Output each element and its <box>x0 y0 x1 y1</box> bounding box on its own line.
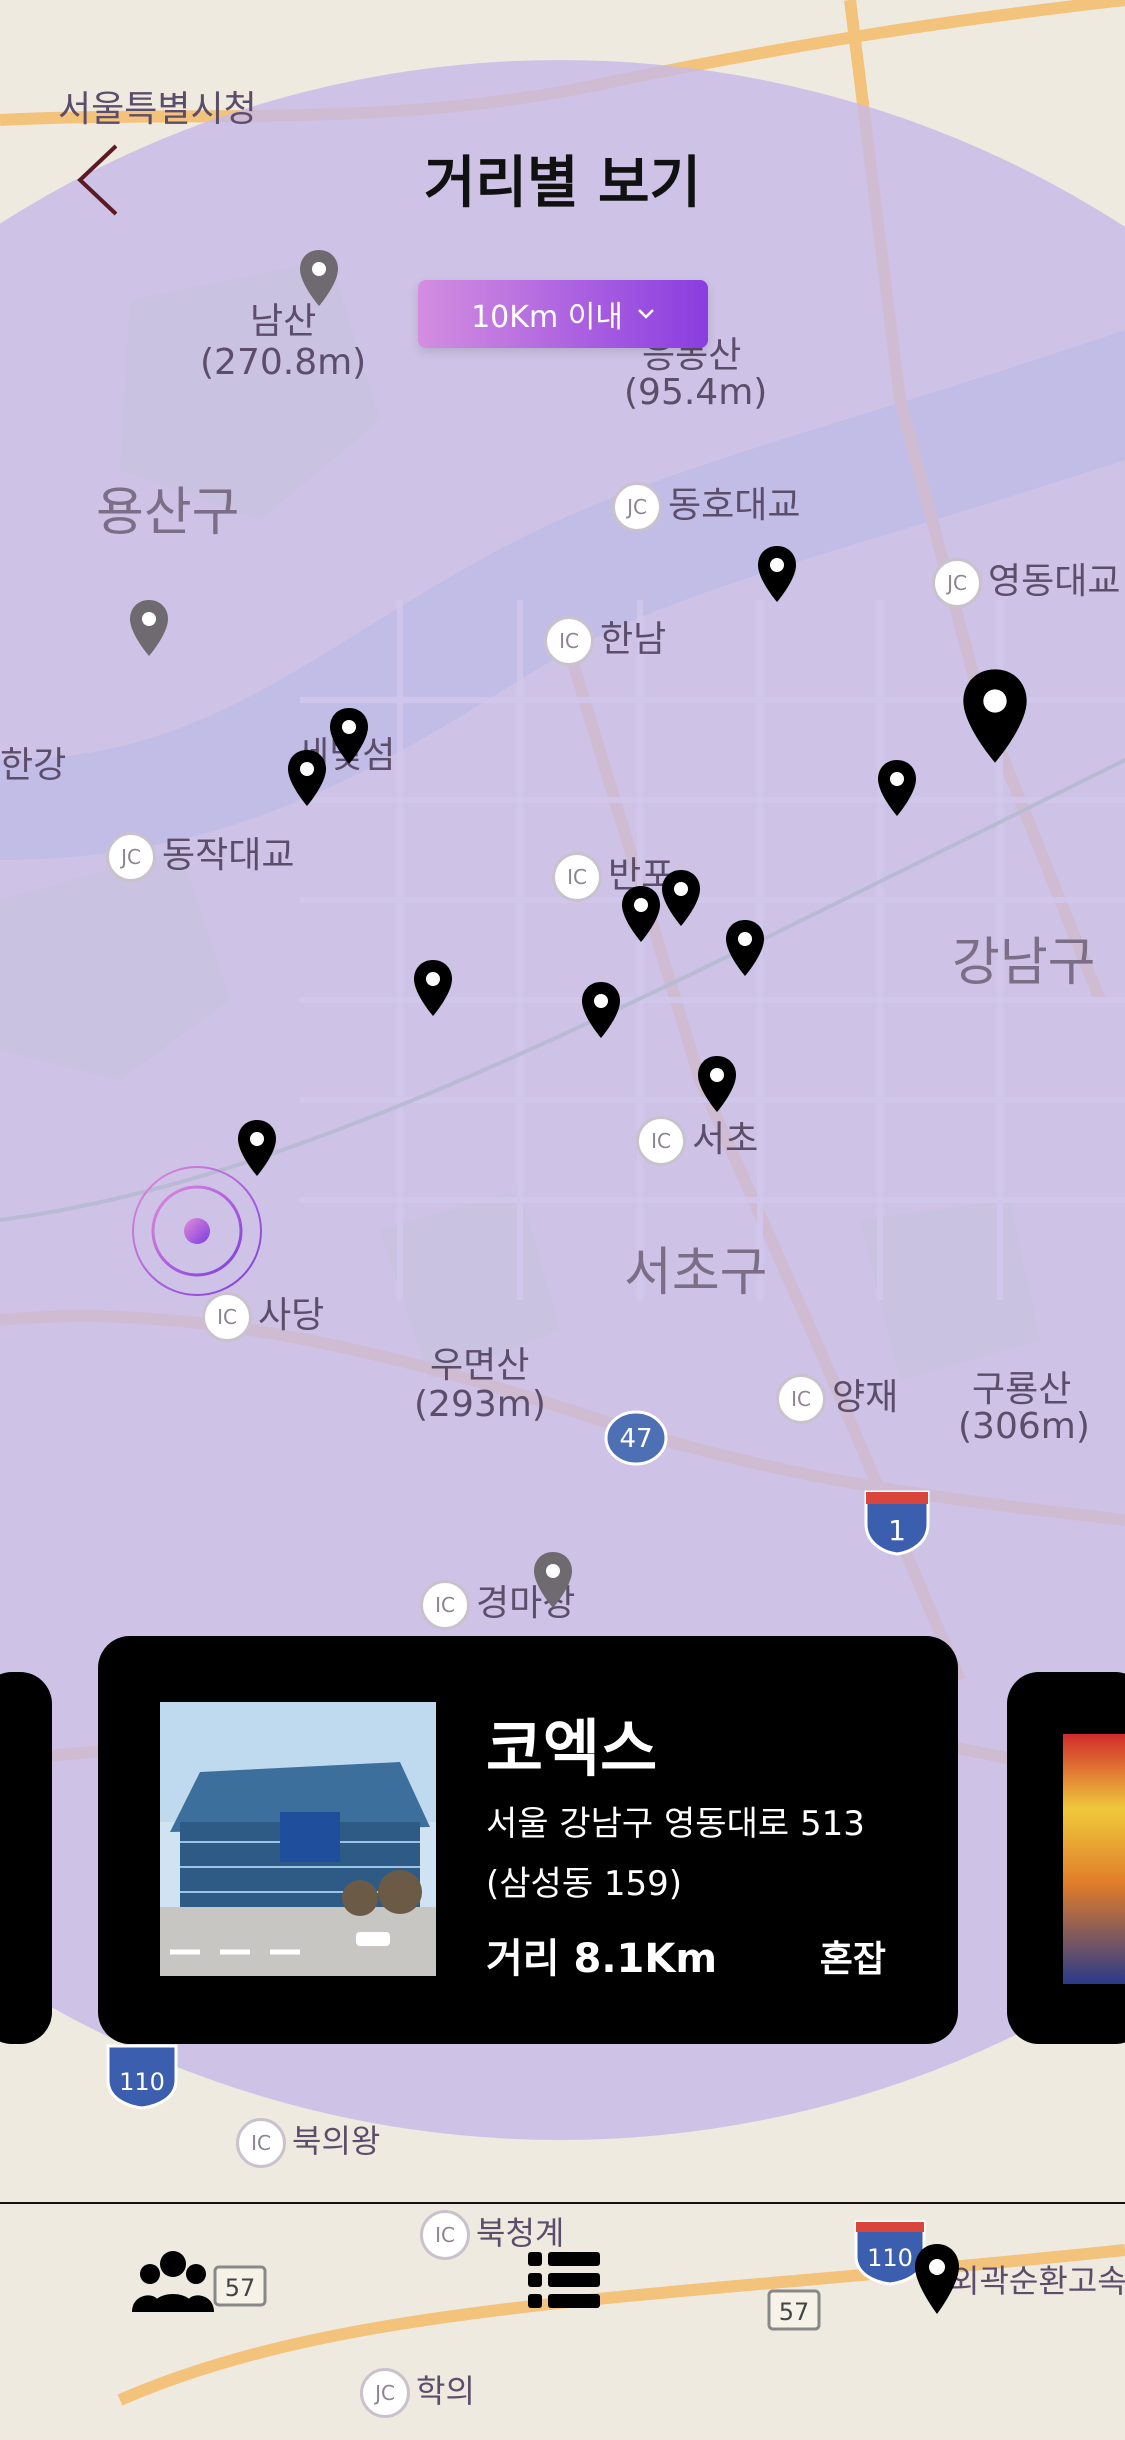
map-label-guryongsan: 구룡산 <box>972 1369 1072 1410</box>
map-label-hannam: IC 한남 <box>544 610 666 666</box>
map-label-guryongsan-height: (306m) <box>958 1406 1090 1447</box>
chevron-down-icon <box>638 309 654 319</box>
map-label-seocho-ic: IC 서초 <box>636 1110 758 1166</box>
svg-text:47: 47 <box>619 1424 652 1454</box>
landmark-pin-gyeongmajang <box>534 1552 572 1608</box>
svg-text:1: 1 <box>888 1514 906 1547</box>
map-label-donghodaegyo: JC 동호대교 <box>612 476 800 532</box>
map-view[interactable]: 서울특별시청 남산 (270.8m) 용산구 응봉산 (95.4m) JC 동호대… <box>0 0 1125 2436</box>
map-label-umyeonsan-height: (293m) <box>414 1384 546 1425</box>
venue-address: 서울 강남구 영동대로 513 (삼성동 159) <box>486 1804 865 1904</box>
coex-building-photo <box>160 1702 436 1976</box>
venue-card-coex[interactable]: 코엑스 서울 강남구 영동대로 513 (삼성동 159) 거리 8.1Km 혼… <box>98 1636 958 2044</box>
venue-pin[interactable] <box>286 748 328 808</box>
route-shield-57: 57 <box>213 2265 267 2307</box>
landmark-pin-yongsan <box>130 600 168 656</box>
venue-pin[interactable] <box>756 544 798 604</box>
map-label-dongjakdaegyo: JC 동작대교 <box>106 826 294 882</box>
page-title: 거리별 보기 <box>423 151 702 216</box>
svg-text:57: 57 <box>779 2298 810 2326</box>
route-shield-47: 47 <box>604 1410 668 1466</box>
route-shield-57-b: 57 <box>767 2289 821 2331</box>
map-label-eungbongsan-height: (95.4m) <box>624 372 768 413</box>
landmark-pin-namsan <box>300 250 338 306</box>
venue-pin[interactable] <box>620 884 662 944</box>
venue-pin[interactable] <box>412 958 454 1018</box>
venue-name: 코엑스 <box>486 1712 658 1785</box>
route-shield-1: 1 <box>864 1490 930 1556</box>
map-label-umyeonsan: 우면산 <box>430 1345 530 1386</box>
map-label-hagui: JC 학의 <box>360 2366 475 2418</box>
map-label-seocho-gu: 서초구 <box>624 1243 768 1303</box>
venue-distance: 거리 8.1Km <box>486 1936 718 1982</box>
venue-thumbnail-next <box>1063 1734 1125 1984</box>
venue-pin[interactable] <box>328 706 370 766</box>
map-label-yangjae: IC 양재 <box>776 1368 898 1424</box>
users-icon[interactable] <box>128 2240 218 2320</box>
venue-pin[interactable] <box>660 868 702 928</box>
current-location-marker <box>132 1166 262 1296</box>
venue-pin[interactable] <box>696 1054 738 1114</box>
map-label-namsan-height: (270.8m) <box>200 342 367 383</box>
venue-pin[interactable] <box>876 758 918 818</box>
distance-filter-label: 10Km 이내 <box>471 300 623 335</box>
map-label-bukuiwang: IC 북의왕 <box>236 2116 380 2168</box>
map-pin-icon[interactable] <box>892 2240 982 2320</box>
svg-text:57: 57 <box>225 2274 256 2302</box>
bottom-nav-divider <box>0 2202 1125 2204</box>
map-label-gangnam: 강남구 <box>952 933 1096 993</box>
distance-filter-dropdown[interactable]: 10Km 이내 <box>418 280 708 348</box>
map-label-yongsan: 용산구 <box>96 483 240 543</box>
map-label-yeongdongdaegyo: JC 영동대교 <box>932 552 1120 608</box>
venue-congestion-status: 혼잡 <box>819 1939 886 1980</box>
svg-text:110: 110 <box>119 2068 165 2096</box>
route-shield-110: 110 <box>106 2044 178 2110</box>
venue-card-next[interactable] <box>1007 1672 1125 2044</box>
map-label-city-hall: 서울특별시청 <box>58 89 257 130</box>
venue-card-previous[interactable] <box>0 1672 52 2044</box>
list-icon[interactable] <box>518 2240 608 2320</box>
map-label-hangang: 한강 <box>0 745 67 786</box>
venue-pin[interactable] <box>580 980 622 1040</box>
venue-pin-selected[interactable] <box>960 664 1030 768</box>
venue-pin[interactable] <box>724 918 766 978</box>
